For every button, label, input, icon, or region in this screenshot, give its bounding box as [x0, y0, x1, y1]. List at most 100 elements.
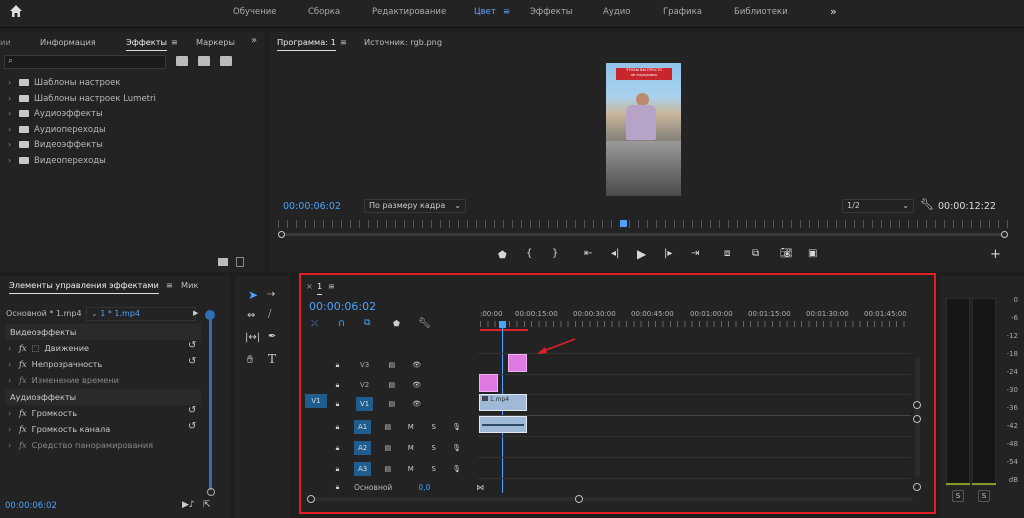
solo-right-button[interactable]: S [978, 490, 990, 502]
mic-icon[interactable]: 🎙︎ [450, 442, 463, 455]
sync-lock-icon[interactable]: ▤ [385, 398, 398, 411]
slip-tool-icon[interactable]: |↔| [245, 332, 260, 343]
workspace-tab-assembly[interactable]: Сборка [308, 7, 340, 17]
workspace-tab-audio[interactable]: Аудио [603, 7, 630, 17]
accelerated-effects-icon[interactable] [198, 56, 210, 66]
type-tool-icon[interactable]: T [268, 352, 276, 366]
new-bin-icon[interactable] [218, 258, 228, 266]
effect-row-volume[interactable]: › fx Громкость [8, 405, 77, 421]
tab-partial[interactable]: ии [0, 37, 11, 47]
scroll-handle[interactable] [207, 488, 215, 496]
list-item[interactable]: › Видеопереходы [8, 153, 258, 168]
track-select-tool-icon[interactable]: ⇢ [267, 289, 275, 300]
add-button-icon[interactable]: + [990, 247, 1001, 262]
tab-mixer[interactable]: Мик [181, 280, 198, 290]
wrench-icon[interactable]: 🔧︎ [920, 198, 934, 211]
list-item[interactable]: › Шаблоны настроек Lumetri [8, 91, 258, 106]
lock-icon[interactable]: 🔒︎ [331, 481, 344, 494]
mark-out-icon[interactable]: } [552, 248, 558, 259]
tab-menu-icon[interactable]: ≡ [171, 37, 178, 47]
scroll-handle-left[interactable] [307, 495, 315, 503]
scroll-handle[interactable] [913, 415, 921, 423]
timeline-ruler[interactable]: :00:00 00:00:15:00 00:00:30:00 00:00:45:… [480, 308, 910, 328]
workspace-menu-icon[interactable]: ≡ [503, 7, 510, 17]
eye-icon[interactable]: 👁︎ [410, 398, 423, 411]
clip-v3-pink[interactable] [508, 354, 527, 372]
solo-button[interactable]: S [427, 442, 440, 455]
effects-search-input[interactable]: ⌕ [4, 55, 166, 69]
extract-icon[interactable]: ⧉ [752, 248, 759, 259]
clip-v2-pink[interactable] [479, 374, 498, 392]
solo-button[interactable]: S [427, 463, 440, 476]
reset-icon[interactable]: ↺ [188, 421, 196, 432]
workspace-tab-editing[interactable]: Редактирование [372, 7, 446, 17]
workspace-tab-learning[interactable]: Обучение [233, 7, 277, 17]
add-marker-icon[interactable]: ⬟ [498, 250, 507, 261]
scroll-handle-right[interactable] [1001, 231, 1008, 238]
lift-icon[interactable]: ⧈ [724, 248, 730, 259]
tab-info[interactable]: Информация [40, 37, 96, 47]
scroll-handle[interactable] [913, 483, 921, 491]
list-item[interactable]: › Видеоэффекты [8, 137, 258, 152]
workspace-tab-graphics[interactable]: Графика [663, 7, 702, 17]
list-item[interactable]: › Аудиопереходы [8, 122, 258, 137]
tab-source[interactable]: Источник: rgb.png [364, 37, 442, 47]
tab-program[interactable]: Программа: 1 [277, 37, 336, 51]
selection-tool-icon[interactable]: ➤ [248, 288, 258, 302]
tab-menu-icon[interactable]: ≡ [328, 281, 335, 291]
mic-icon[interactable]: 🎙︎ [450, 463, 463, 476]
trash-icon[interactable] [236, 257, 244, 267]
ripple-edit-tool-icon[interactable]: ⇔ [247, 310, 255, 321]
mute-button[interactable]: M [404, 421, 417, 434]
settings-wrench-icon[interactable]: 🔧︎ [418, 318, 431, 329]
mic-icon[interactable]: 🎙︎ [450, 421, 463, 434]
go-to-out-icon[interactable]: ⇥ [691, 248, 699, 259]
list-item[interactable]: › Шаблоны настроек [8, 75, 258, 90]
step-forward-icon[interactable]: |▸ [664, 248, 672, 259]
mark-in-icon[interactable]: { [526, 248, 532, 259]
workspace-tab-effects[interactable]: Эффекты [530, 7, 573, 17]
clip-v1[interactable]: 1.mp4 [479, 394, 527, 411]
clip-select[interactable]: ⌄ 1 * 1.mp4 [86, 307, 196, 321]
linked-selection-icon[interactable]: ⧉ [364, 318, 370, 328]
home-icon[interactable] [6, 4, 26, 24]
export-icon[interactable]: ⇱ [203, 500, 211, 510]
effect-row-motion[interactable]: › fx ⬚ Движение [8, 340, 89, 356]
sync-lock-icon[interactable]: ▤ [385, 379, 398, 392]
scroll-handle[interactable] [913, 401, 921, 409]
playhead-timecode[interactable]: 00:00:06:02 [283, 201, 341, 212]
effect-row-time-remap[interactable]: › fx Изменение времени [8, 372, 119, 388]
comparison-view-icon[interactable]: ▣ [808, 248, 817, 259]
eye-icon[interactable]: 👁︎ [410, 379, 423, 392]
tab-effect-controls[interactable]: Элементы управления эффектами [9, 280, 159, 294]
ec-timecode[interactable]: 00:00:06:02 [5, 501, 57, 511]
hand-tool-icon[interactable]: ✋︎ [247, 353, 253, 367]
master-keyframe-icon[interactable]: ⋈ [476, 483, 484, 492]
more-tabs-icon[interactable]: » [251, 35, 257, 46]
lock-icon[interactable]: 🔒︎ [331, 421, 344, 434]
sync-lock-icon[interactable]: ▤ [381, 442, 394, 455]
tab-sequence[interactable]: 1 [317, 281, 323, 295]
lock-icon[interactable]: 🔒︎ [331, 442, 344, 455]
sync-lock-icon[interactable]: ▤ [381, 421, 394, 434]
nest-icon[interactable]: ⤬ [311, 319, 318, 329]
lock-icon[interactable]: 🔒︎ [331, 398, 344, 411]
effect-row-opacity[interactable]: › fx Непрозрачность [8, 356, 102, 372]
solo-button[interactable]: S [427, 421, 440, 434]
ec-playhead-handle[interactable] [205, 310, 215, 320]
add-marker-icon[interactable]: ⬟ [393, 319, 400, 328]
list-item[interactable]: › Аудиоэффекты [8, 106, 258, 121]
export-frame-icon[interactable]: 📷︎ [780, 248, 793, 259]
play-audio-icon[interactable]: ▶♪ [182, 500, 195, 510]
playhead-marker[interactable] [620, 220, 627, 227]
source-patch-v1[interactable]: V1 [305, 394, 327, 408]
horizontal-scrollbar[interactable] [309, 497, 913, 501]
show-timeline-icon[interactable]: ▶ [193, 309, 198, 317]
mute-button[interactable]: M [404, 463, 417, 476]
zoom-scrollbar[interactable] [278, 233, 1008, 236]
reset-icon[interactable]: ↺ [188, 405, 196, 416]
timeline-timecode[interactable]: 00:00:06:02 [309, 300, 376, 313]
pen-tool-icon[interactable]: ✒ [268, 331, 276, 342]
tab-menu-icon[interactable]: ≡ [340, 37, 347, 47]
sync-lock-icon[interactable]: ▤ [385, 359, 398, 372]
